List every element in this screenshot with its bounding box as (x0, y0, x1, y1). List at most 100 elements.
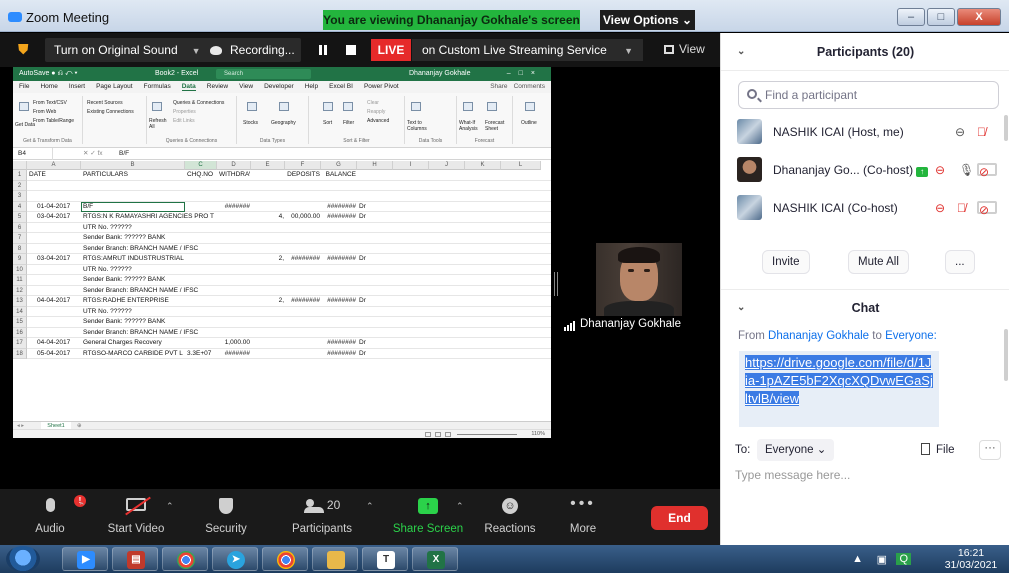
tray-app-icon[interactable]: Q (896, 553, 911, 565)
column-header[interactable]: C (185, 161, 217, 170)
cell-g9[interactable]: ######## (323, 254, 356, 265)
participants-button[interactable]: 20 Participants (286, 489, 358, 545)
video-off-icon[interactable]: ⊘ (977, 201, 997, 217)
outline-button[interactable]: Outline (521, 120, 537, 126)
row-header[interactable]: 11 (13, 275, 27, 286)
row-header[interactable]: 13 (13, 296, 27, 307)
stop-recording-button[interactable] (346, 45, 356, 55)
speaker-video-tile[interactable]: Dhananjay Gokhale (560, 243, 694, 333)
chevron-down-icon[interactable]: ⌄ (737, 33, 745, 71)
cell-a9[interactable]: 03-04-2017 (37, 254, 88, 265)
cell-d18[interactable]: ####### (219, 349, 250, 360)
close-button[interactable]: X (957, 8, 1001, 26)
taskbar-zoom[interactable]: ▶ (62, 547, 108, 571)
select-all-corner[interactable] (13, 161, 27, 170)
recipient-dropdown[interactable]: Everyone ⌄ (757, 439, 835, 461)
map-icon[interactable] (279, 102, 289, 111)
excel-tab-view[interactable]: View (239, 83, 253, 90)
cell-a5[interactable]: 03-04-2017 (37, 212, 88, 223)
page-break-icon[interactable] (445, 432, 451, 437)
name-box[interactable]: B4 (15, 148, 53, 160)
recent-sources-button[interactable]: Recent Sources (87, 100, 123, 106)
filter-icon[interactable] (343, 102, 353, 111)
reapply-button[interactable]: Reapply (367, 109, 385, 115)
participant-row[interactable]: NASHIK ICAI (Co-host) ⊖ 🎙̸ ⊘ (721, 190, 1001, 227)
column-header[interactable]: D (217, 161, 251, 170)
excel-tab-review[interactable]: Review (207, 83, 228, 90)
excel-tab-data[interactable]: Data (181, 83, 196, 91)
row-header[interactable]: 9 (13, 254, 27, 265)
chat-message-input[interactable]: Type message here... (735, 468, 850, 482)
taskbar-tally[interactable]: T (362, 547, 408, 571)
excel-tab-developer[interactable]: Developer (264, 83, 294, 90)
cell-b15[interactable]: Sender Bank: ?????? BANK (83, 317, 215, 328)
cell-c1[interactable]: CHQ.NO (187, 170, 216, 181)
what-if-button[interactable]: What-If Analysis (459, 120, 483, 132)
pause-recording-button[interactable] (319, 45, 327, 55)
cell-a4[interactable]: 01-04-2017 (37, 202, 88, 213)
participant-list-scrollbar[interactable] (1004, 115, 1008, 141)
file-button[interactable]: File (921, 443, 955, 456)
cell-a17[interactable]: 04-04-2017 (37, 338, 88, 349)
formula-input[interactable]: B/F (119, 148, 129, 160)
existing-connections-button[interactable]: Existing Connections (87, 109, 134, 115)
column-header[interactable]: H (357, 161, 393, 170)
start-video-button[interactable]: Start Video (100, 489, 172, 545)
cell-d4[interactable]: ####### (219, 202, 250, 213)
row-header[interactable]: 7 (13, 233, 27, 244)
cell-b12[interactable]: Sender Branch: BRANCH NAME / IFSC (83, 286, 215, 297)
cell-f5[interactable]: 00,000.00 (281, 212, 320, 223)
muted-microphone-icon[interactable]: 🎙̸ (957, 201, 966, 215)
participant-search-input[interactable]: Find a participant (738, 81, 999, 109)
excel-comments-button[interactable]: Comments (514, 81, 545, 93)
what-if-icon[interactable] (463, 102, 473, 111)
shield-icon[interactable]: ⛊ (18, 41, 29, 58)
minimize-button[interactable]: – (897, 8, 925, 26)
outline-icon[interactable] (525, 102, 535, 111)
cell-b14[interactable]: UTR No. ?????? (83, 307, 215, 318)
cell-e9[interactable]: 2, (253, 254, 284, 265)
queries-connections-button[interactable]: Queries & Connections (173, 100, 224, 106)
from-web-button[interactable]: From Web (33, 109, 56, 115)
cell-h5[interactable]: Dr (359, 212, 392, 223)
cell-g5[interactable]: ######## (323, 212, 356, 223)
row-header[interactable]: 14 (13, 306, 27, 317)
more-button[interactable]: ••• More (560, 489, 606, 545)
excel-tab-help[interactable]: Help (305, 83, 318, 90)
participant-row[interactable]: Dhananjay Go... (Co-host) ↑ ⊖ 🎙 ⊘ (721, 152, 1001, 189)
cell-d17[interactable]: 1,000.00 (219, 338, 250, 349)
chevron-down-icon[interactable]: ⌄ (737, 290, 745, 326)
cell-e13[interactable]: 2, (253, 296, 284, 307)
get-data-icon[interactable] (19, 102, 29, 111)
muted-microphone-icon[interactable]: 🎙̸ (977, 125, 986, 139)
excel-tab-power-pivot[interactable]: Power Pivot (364, 83, 399, 90)
cell-g17[interactable]: ######## (323, 338, 356, 349)
tray-up-arrow-icon[interactable]: ▲ (852, 553, 863, 565)
row-header[interactable]: 2 (13, 180, 27, 191)
row-header[interactable]: 4 (13, 201, 27, 212)
taskbar-telegram[interactable]: ➤ (212, 547, 258, 571)
row-header[interactable]: 6 (13, 222, 27, 233)
cell-b13[interactable]: RTGS:RADHE ENTERPRISE (83, 296, 215, 307)
share-options-caret-icon[interactable]: ⌃ (456, 501, 464, 512)
row-header[interactable]: 12 (13, 285, 27, 296)
excel-tab-file[interactable]: File (19, 83, 29, 90)
sort-icon[interactable] (323, 102, 333, 111)
cell-b16[interactable]: Sender Branch: BRANCH NAME / IFSC (83, 328, 215, 339)
cell-b5[interactable]: RTGS:N K RAMAYASHRI AGENCIES PRO T (83, 212, 215, 223)
cell-b8[interactable]: Sender Branch: BRANCH NAME / IFSC (83, 244, 215, 255)
from-table-button[interactable]: From Table/Range (33, 118, 74, 124)
page-layout-icon[interactable] (435, 432, 441, 437)
audio-options-caret-icon[interactable]: ⌃ (78, 501, 86, 512)
excel-tab-page-layout[interactable]: Page Layout (96, 83, 133, 90)
participant-row[interactable]: NASHIK ICAI (Host, me) ⊖ 🎙̸ (721, 114, 1001, 151)
text-to-columns-button[interactable]: Text to Columns (407, 120, 433, 132)
normal-view-icon[interactable] (425, 432, 431, 437)
participants-more-button[interactable]: ... (945, 250, 975, 274)
cell-d1[interactable]: WITHDRAWALS (219, 170, 250, 181)
column-header[interactable]: E (251, 161, 285, 170)
cell-g18[interactable]: ######## (323, 349, 356, 360)
split-view-handle[interactable] (554, 272, 558, 296)
cell-b10[interactable]: UTR No. ?????? (83, 265, 215, 276)
bank-icon[interactable] (247, 102, 257, 111)
